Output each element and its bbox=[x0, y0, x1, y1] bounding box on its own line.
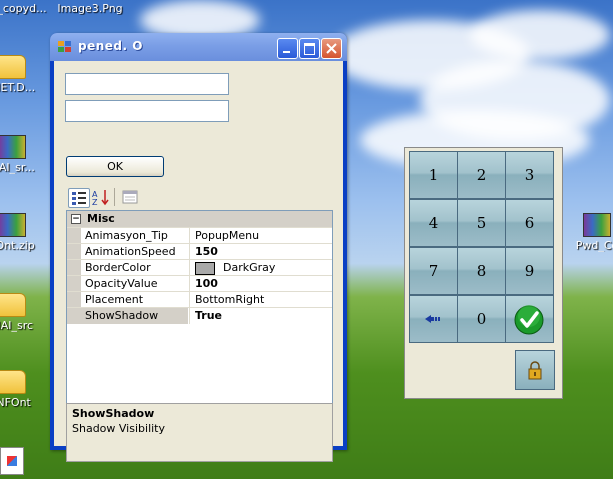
property-grid: − Misc Animasyon_Tip PopupMenu Animation… bbox=[66, 210, 333, 404]
rar-archive-icon bbox=[583, 213, 611, 237]
window-client: OK A Z − Misc Animasyon_Tip PopupMenu An… bbox=[54, 61, 343, 462]
property-row-selected[interactable]: ShowShadow True bbox=[67, 307, 332, 324]
key-0[interactable]: 0 bbox=[457, 295, 506, 343]
property-name: ShowShadow bbox=[81, 308, 188, 324]
category-row-misc[interactable]: − Misc bbox=[67, 211, 332, 227]
desktop-icon-copyd[interactable]: _copyd... bbox=[0, 2, 52, 15]
rar-archive-icon bbox=[0, 213, 26, 237]
key-8[interactable]: 8 bbox=[457, 247, 506, 295]
property-name: OpacityValue bbox=[85, 277, 158, 290]
padlock-icon bbox=[528, 361, 542, 380]
row-gutter bbox=[67, 308, 81, 324]
ok-button[interactable]: OK bbox=[66, 156, 164, 177]
close-button[interactable] bbox=[321, 38, 342, 59]
checkmark-icon bbox=[514, 305, 544, 335]
svg-text:Z: Z bbox=[92, 198, 98, 206]
description-title: ShowShadow bbox=[72, 407, 155, 420]
desktop-icon-image3[interactable]: Image3.Png bbox=[55, 2, 125, 15]
desktop-icon-alai-rar[interactable]: alAI_sr... bbox=[0, 135, 42, 174]
property-row[interactable]: AnimationSpeed 150 bbox=[67, 243, 332, 260]
row-gutter bbox=[67, 292, 81, 308]
property-value[interactable]: 150 bbox=[189, 244, 332, 260]
color-swatch bbox=[195, 261, 215, 275]
key-7[interactable]: 7 bbox=[409, 247, 458, 295]
property-value-color[interactable]: DarkGray bbox=[189, 260, 332, 276]
desktop-icon-label: FOnt.zip bbox=[0, 239, 35, 252]
desktop-icon-label: alAI_src bbox=[0, 319, 34, 332]
installer-icon[interactable] bbox=[0, 447, 24, 475]
property-row[interactable]: BorderColor DarkGray bbox=[67, 259, 332, 276]
key-5[interactable]: 5 bbox=[457, 199, 506, 247]
desktop-icon-label: Pwd_Co bbox=[575, 239, 613, 252]
rar-archive-icon bbox=[0, 135, 26, 159]
description-text: Shadow Visibility bbox=[72, 422, 166, 435]
property-value[interactable]: True bbox=[189, 308, 332, 324]
collapse-icon[interactable]: − bbox=[71, 214, 81, 224]
minimize-button[interactable] bbox=[277, 38, 298, 59]
property-grid-toolbar: A Z bbox=[66, 186, 341, 208]
property-row[interactable]: OpacityValue 100 bbox=[67, 275, 332, 292]
desktop-icon-alai-src[interactable]: alAI_src bbox=[0, 293, 42, 332]
folder-icon bbox=[0, 293, 26, 317]
title-bar[interactable]: pened. O bbox=[50, 33, 347, 61]
key-9[interactable]: 9 bbox=[505, 247, 554, 295]
key-3[interactable]: 3 bbox=[505, 151, 554, 199]
app-icon bbox=[58, 41, 72, 53]
backspace-button[interactable] bbox=[409, 295, 458, 343]
desktop-icon-net[interactable]: .NET.D... bbox=[0, 55, 42, 94]
key-2[interactable]: 2 bbox=[457, 151, 506, 199]
key-4[interactable]: 4 bbox=[409, 199, 458, 247]
description-panel: ShowShadow Shadow Visibility bbox=[66, 403, 333, 462]
desktop-icon-label: INFOnt bbox=[0, 396, 31, 409]
backspace-arrow-icon bbox=[425, 315, 440, 323]
numeric-keypad: 1 2 3 4 5 6 7 8 9 0 bbox=[404, 147, 563, 399]
key-6[interactable]: 6 bbox=[505, 199, 554, 247]
ok-confirm-button[interactable] bbox=[505, 295, 554, 343]
property-value[interactable]: PopupMenu bbox=[189, 228, 332, 244]
row-gutter bbox=[67, 228, 81, 244]
close-icon bbox=[326, 43, 337, 54]
property-row[interactable]: Animasyon_Tip PopupMenu bbox=[67, 227, 332, 244]
category-label: Misc bbox=[87, 212, 115, 225]
property-value[interactable]: BottomRight bbox=[189, 292, 332, 308]
property-name: BorderColor bbox=[85, 261, 151, 274]
property-row[interactable]: Placement BottomRight bbox=[67, 291, 332, 308]
minimize-icon bbox=[283, 51, 290, 53]
window-title: pened. O bbox=[78, 39, 143, 53]
desktop-icon-label: .NET.D... bbox=[0, 81, 36, 94]
folder-icon bbox=[0, 370, 26, 394]
property-name: AnimationSpeed bbox=[85, 245, 176, 258]
textbox-1[interactable] bbox=[65, 73, 229, 95]
property-pages-icon[interactable] bbox=[120, 188, 140, 206]
property-name: Animasyon_Tip bbox=[85, 229, 168, 242]
desktop-icon-label: alAI_sr... bbox=[0, 161, 35, 174]
maximize-icon bbox=[304, 43, 315, 55]
row-gutter bbox=[67, 276, 81, 292]
folder-icon bbox=[0, 55, 26, 79]
row-gutter bbox=[67, 260, 81, 276]
row-gutter bbox=[67, 244, 81, 260]
maximize-button[interactable] bbox=[299, 38, 320, 59]
property-name: Placement bbox=[85, 293, 144, 306]
alphabetical-sort-icon[interactable]: A Z bbox=[91, 188, 111, 207]
textbox-2[interactable] bbox=[65, 100, 229, 122]
categorized-view-icon[interactable] bbox=[68, 188, 90, 208]
desktop-icon-label: _copyd... bbox=[0, 2, 47, 15]
property-value[interactable]: 100 bbox=[189, 276, 332, 292]
key-1[interactable]: 1 bbox=[409, 151, 458, 199]
desktop-icon-label: Image3.Png bbox=[57, 2, 123, 15]
desktop-icon-pwd[interactable]: Pwd_Co bbox=[575, 213, 613, 252]
desktop-icon-font-zip[interactable]: FOnt.zip bbox=[0, 213, 42, 252]
main-window: pened. O OK A Z − Misc Animasyon_Tip Pop… bbox=[50, 33, 347, 462]
lock-button[interactable] bbox=[515, 350, 555, 390]
desktop-icon-infont[interactable]: INFOnt bbox=[0, 370, 42, 409]
color-name: DarkGray bbox=[223, 261, 276, 274]
